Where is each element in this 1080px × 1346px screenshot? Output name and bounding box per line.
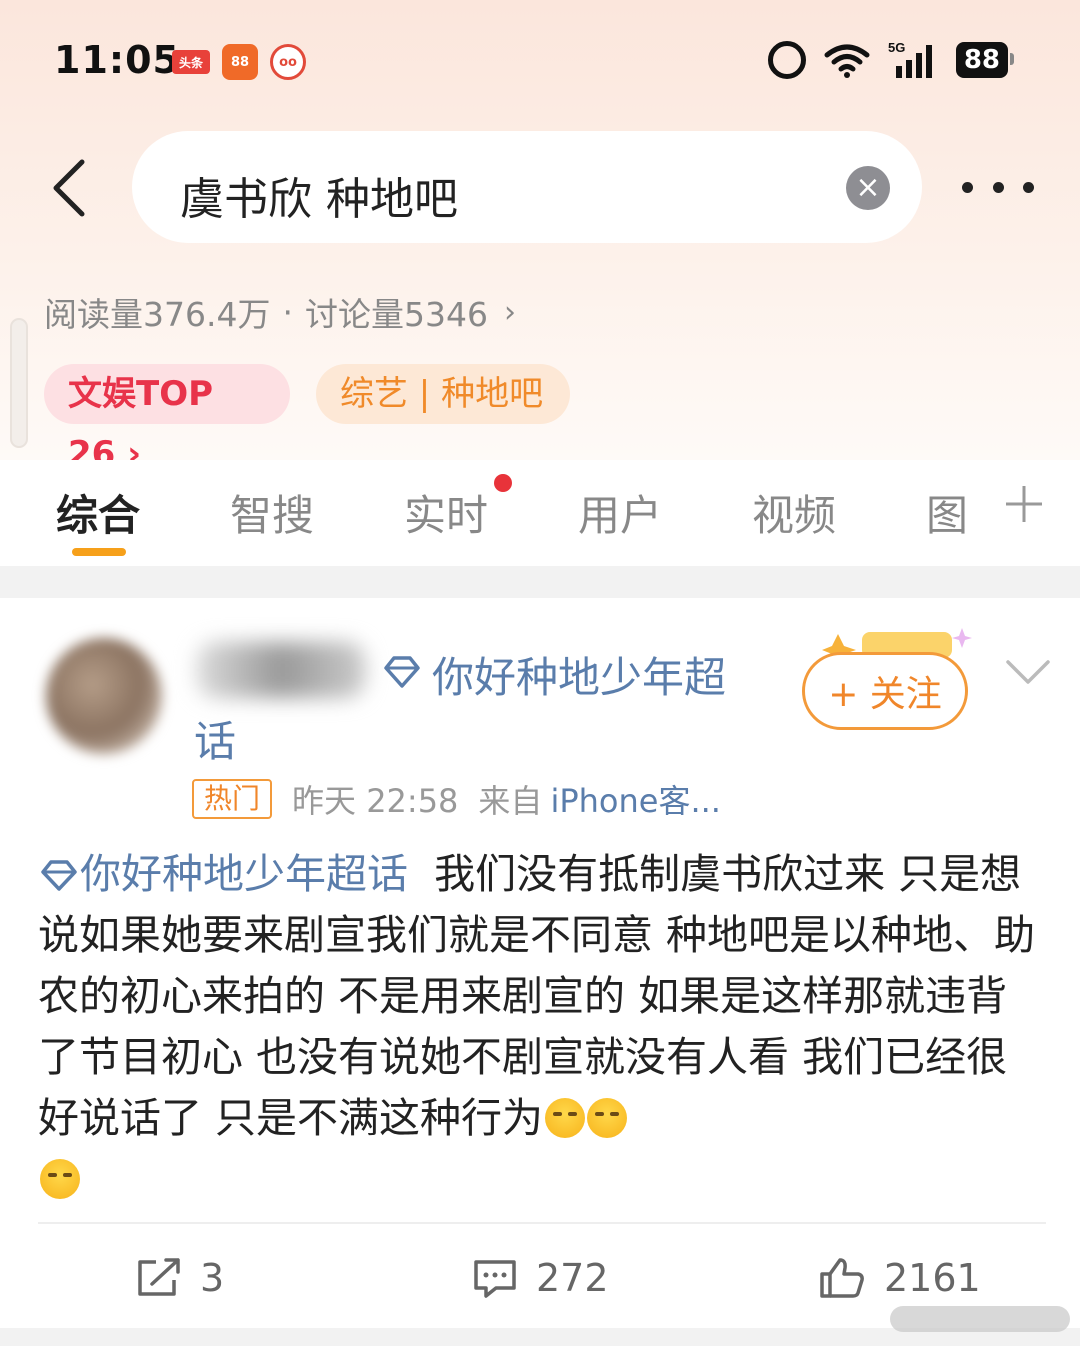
post-meta: 热门 昨天 22:58 来自 iPhone客...: [192, 776, 721, 822]
laugh-cry-emoji-icon: [545, 1098, 586, 1138]
source-prefix: 来自: [478, 782, 543, 820]
author-topic-link[interactable]: 你好种地少年超: [432, 644, 726, 705]
chevron-right-icon: ›: [503, 294, 516, 330]
signal-icon: 5G: [888, 40, 938, 80]
like-count: 2161: [884, 1256, 981, 1300]
tab-comprehensive[interactable]: 综合: [56, 482, 140, 543]
network-label: 5G: [888, 40, 905, 55]
topic-stats[interactable]: 阅读量376.4万 · 讨论量5346 ›: [44, 288, 516, 336]
more-dot-icon: [992, 181, 1004, 193]
laugh-cry-emoji-icon: [40, 1159, 80, 1199]
toutiao-icon: 头条: [172, 50, 210, 74]
comment-count: 272: [536, 1256, 609, 1300]
more-dot-icon: [1023, 181, 1034, 193]
tab-realtime[interactable]: 实时: [404, 482, 488, 543]
hot-badge: 热门: [192, 779, 273, 819]
active-tab-indicator: [72, 548, 126, 556]
notification-icons: 头条 88 oo: [172, 44, 306, 80]
repost-button[interactable]: 3: [136, 1256, 224, 1300]
scroll-indicator: [10, 318, 28, 448]
app-88-icon: 88: [222, 44, 258, 80]
cat-app-icon: oo: [270, 44, 306, 80]
clock: 11:05: [54, 38, 180, 82]
comment-icon: [474, 1260, 516, 1298]
read-count: 阅读量376.4万: [44, 295, 271, 334]
post-source[interactable]: iPhone客...: [550, 776, 721, 822]
post-time: 昨天 22:58: [292, 782, 459, 820]
follow-button[interactable]: + 关注: [802, 652, 968, 730]
back-button[interactable]: [40, 156, 96, 220]
post-card[interactable]: 你好种地少年超 话 热门 昨天 22:58 来自 iPhone客... + 关注…: [0, 598, 1080, 1328]
home-indicator[interactable]: [890, 1306, 1070, 1332]
variety-tag[interactable]: 综艺 | 种地吧: [316, 364, 570, 424]
back-arrow-icon: [53, 159, 85, 217]
super-topic-icon: [384, 656, 420, 688]
repost-count: 3: [200, 1256, 225, 1300]
like-button[interactable]: 2161: [818, 1256, 981, 1300]
avatar[interactable]: [46, 638, 162, 754]
system-status: 5G 88: [767, 40, 1015, 80]
clear-search-button[interactable]: ×: [846, 166, 890, 210]
author-topic-link-continued[interactable]: 话: [194, 708, 236, 769]
tab-smart-search[interactable]: 智搜: [230, 482, 314, 543]
realtime-notification-dot: [494, 474, 512, 492]
wifi-icon: [824, 41, 870, 79]
content-topic-link[interactable]: 你好种地少年超话: [80, 850, 408, 898]
search-query[interactable]: 虞书欣 种地吧: [180, 163, 458, 227]
add-tab-icon[interactable]: [1004, 484, 1044, 524]
laugh-cry-emoji-icon: [587, 1098, 628, 1138]
battery-indicator: 88: [955, 42, 1015, 78]
chevron-down-icon[interactable]: [1004, 656, 1052, 690]
blurred-username[interactable]: [196, 642, 366, 698]
more-options-button[interactable]: [962, 172, 1034, 202]
more-dot-icon: [962, 181, 973, 193]
comment-button[interactable]: 272: [472, 1256, 609, 1300]
tab-video[interactable]: 视频: [752, 482, 836, 543]
status-bar: 11:05 头条 88 oo 5G 88: [0, 0, 1080, 120]
alarm-icon: [767, 41, 806, 79]
rank-tag[interactable]: 文娱TOP 26 ›: [44, 364, 290, 474]
divider: [38, 1222, 1046, 1224]
post-content: 你好种地少年超话 我们没有抵制虞书欣过来 只是想说如果她要来剧宣我们就是不同意 …: [38, 844, 1048, 1210]
thumbs-up-icon: [820, 1258, 864, 1298]
share-icon: [138, 1258, 180, 1296]
tab-bar: 综合 智搜 实时 用户 视频 图: [0, 460, 1080, 566]
tab-images[interactable]: 图: [926, 482, 968, 543]
discussion-count: 讨论量5346: [304, 295, 488, 334]
super-topic-icon: [41, 860, 77, 891]
stats-separator: ·: [282, 292, 293, 332]
tab-users[interactable]: 用户: [578, 482, 662, 543]
search-input[interactable]: 虞书欣 种地吧 ×: [132, 131, 922, 243]
